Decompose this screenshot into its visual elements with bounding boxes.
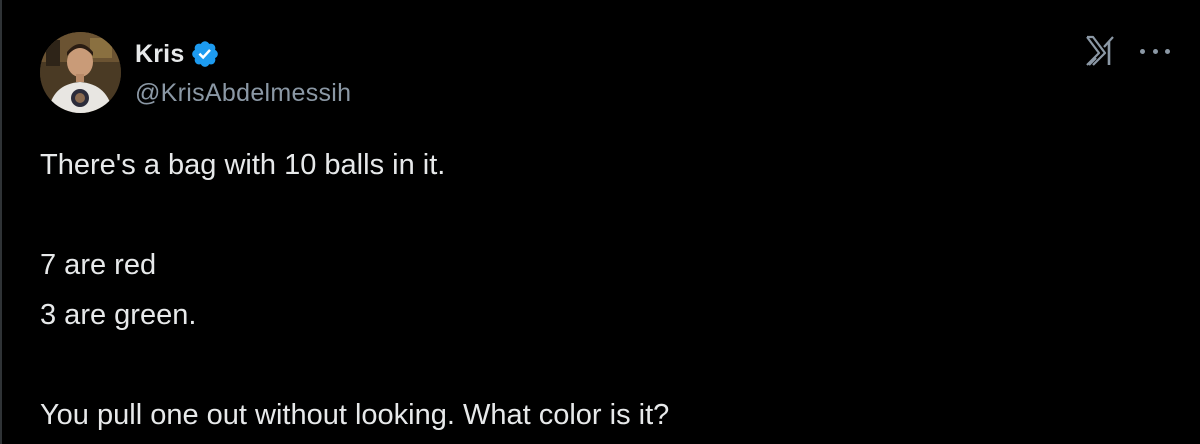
name-row: Kris bbox=[135, 37, 351, 71]
author-handle[interactable]: @KrisAbdelmessih bbox=[135, 79, 351, 108]
dot-icon bbox=[1165, 48, 1170, 54]
more-options-icon[interactable] bbox=[1140, 34, 1170, 68]
tweet-line-blank bbox=[40, 340, 1140, 390]
tweet-line: You pull one out without looking. What c… bbox=[40, 399, 670, 431]
tweet-line: 7 are red bbox=[40, 249, 157, 281]
dot-icon bbox=[1152, 48, 1158, 54]
tweet-text: There's a bag with 10 balls in it. 7 are… bbox=[40, 140, 1140, 440]
author-names: Kris @KrisAbdelmessih bbox=[135, 37, 351, 108]
verified-badge-icon bbox=[190, 39, 220, 69]
dot-icon bbox=[1140, 48, 1145, 54]
avatar[interactable] bbox=[40, 32, 121, 113]
tweet-card: Kris @KrisAbdelmessih There's a bag with… bbox=[0, 0, 1200, 444]
header-actions bbox=[1084, 34, 1170, 68]
tweet-header: Kris @KrisAbdelmessih bbox=[40, 32, 351, 113]
author-display-name[interactable]: Kris bbox=[135, 40, 184, 69]
tweet-line: 3 are green. bbox=[40, 299, 197, 331]
tweet-line: There's a bag with 10 balls in it. bbox=[40, 149, 446, 181]
left-border-divider bbox=[0, 0, 2, 444]
x-logo-icon[interactable] bbox=[1084, 34, 1118, 68]
tweet-line-blank bbox=[40, 190, 1140, 240]
